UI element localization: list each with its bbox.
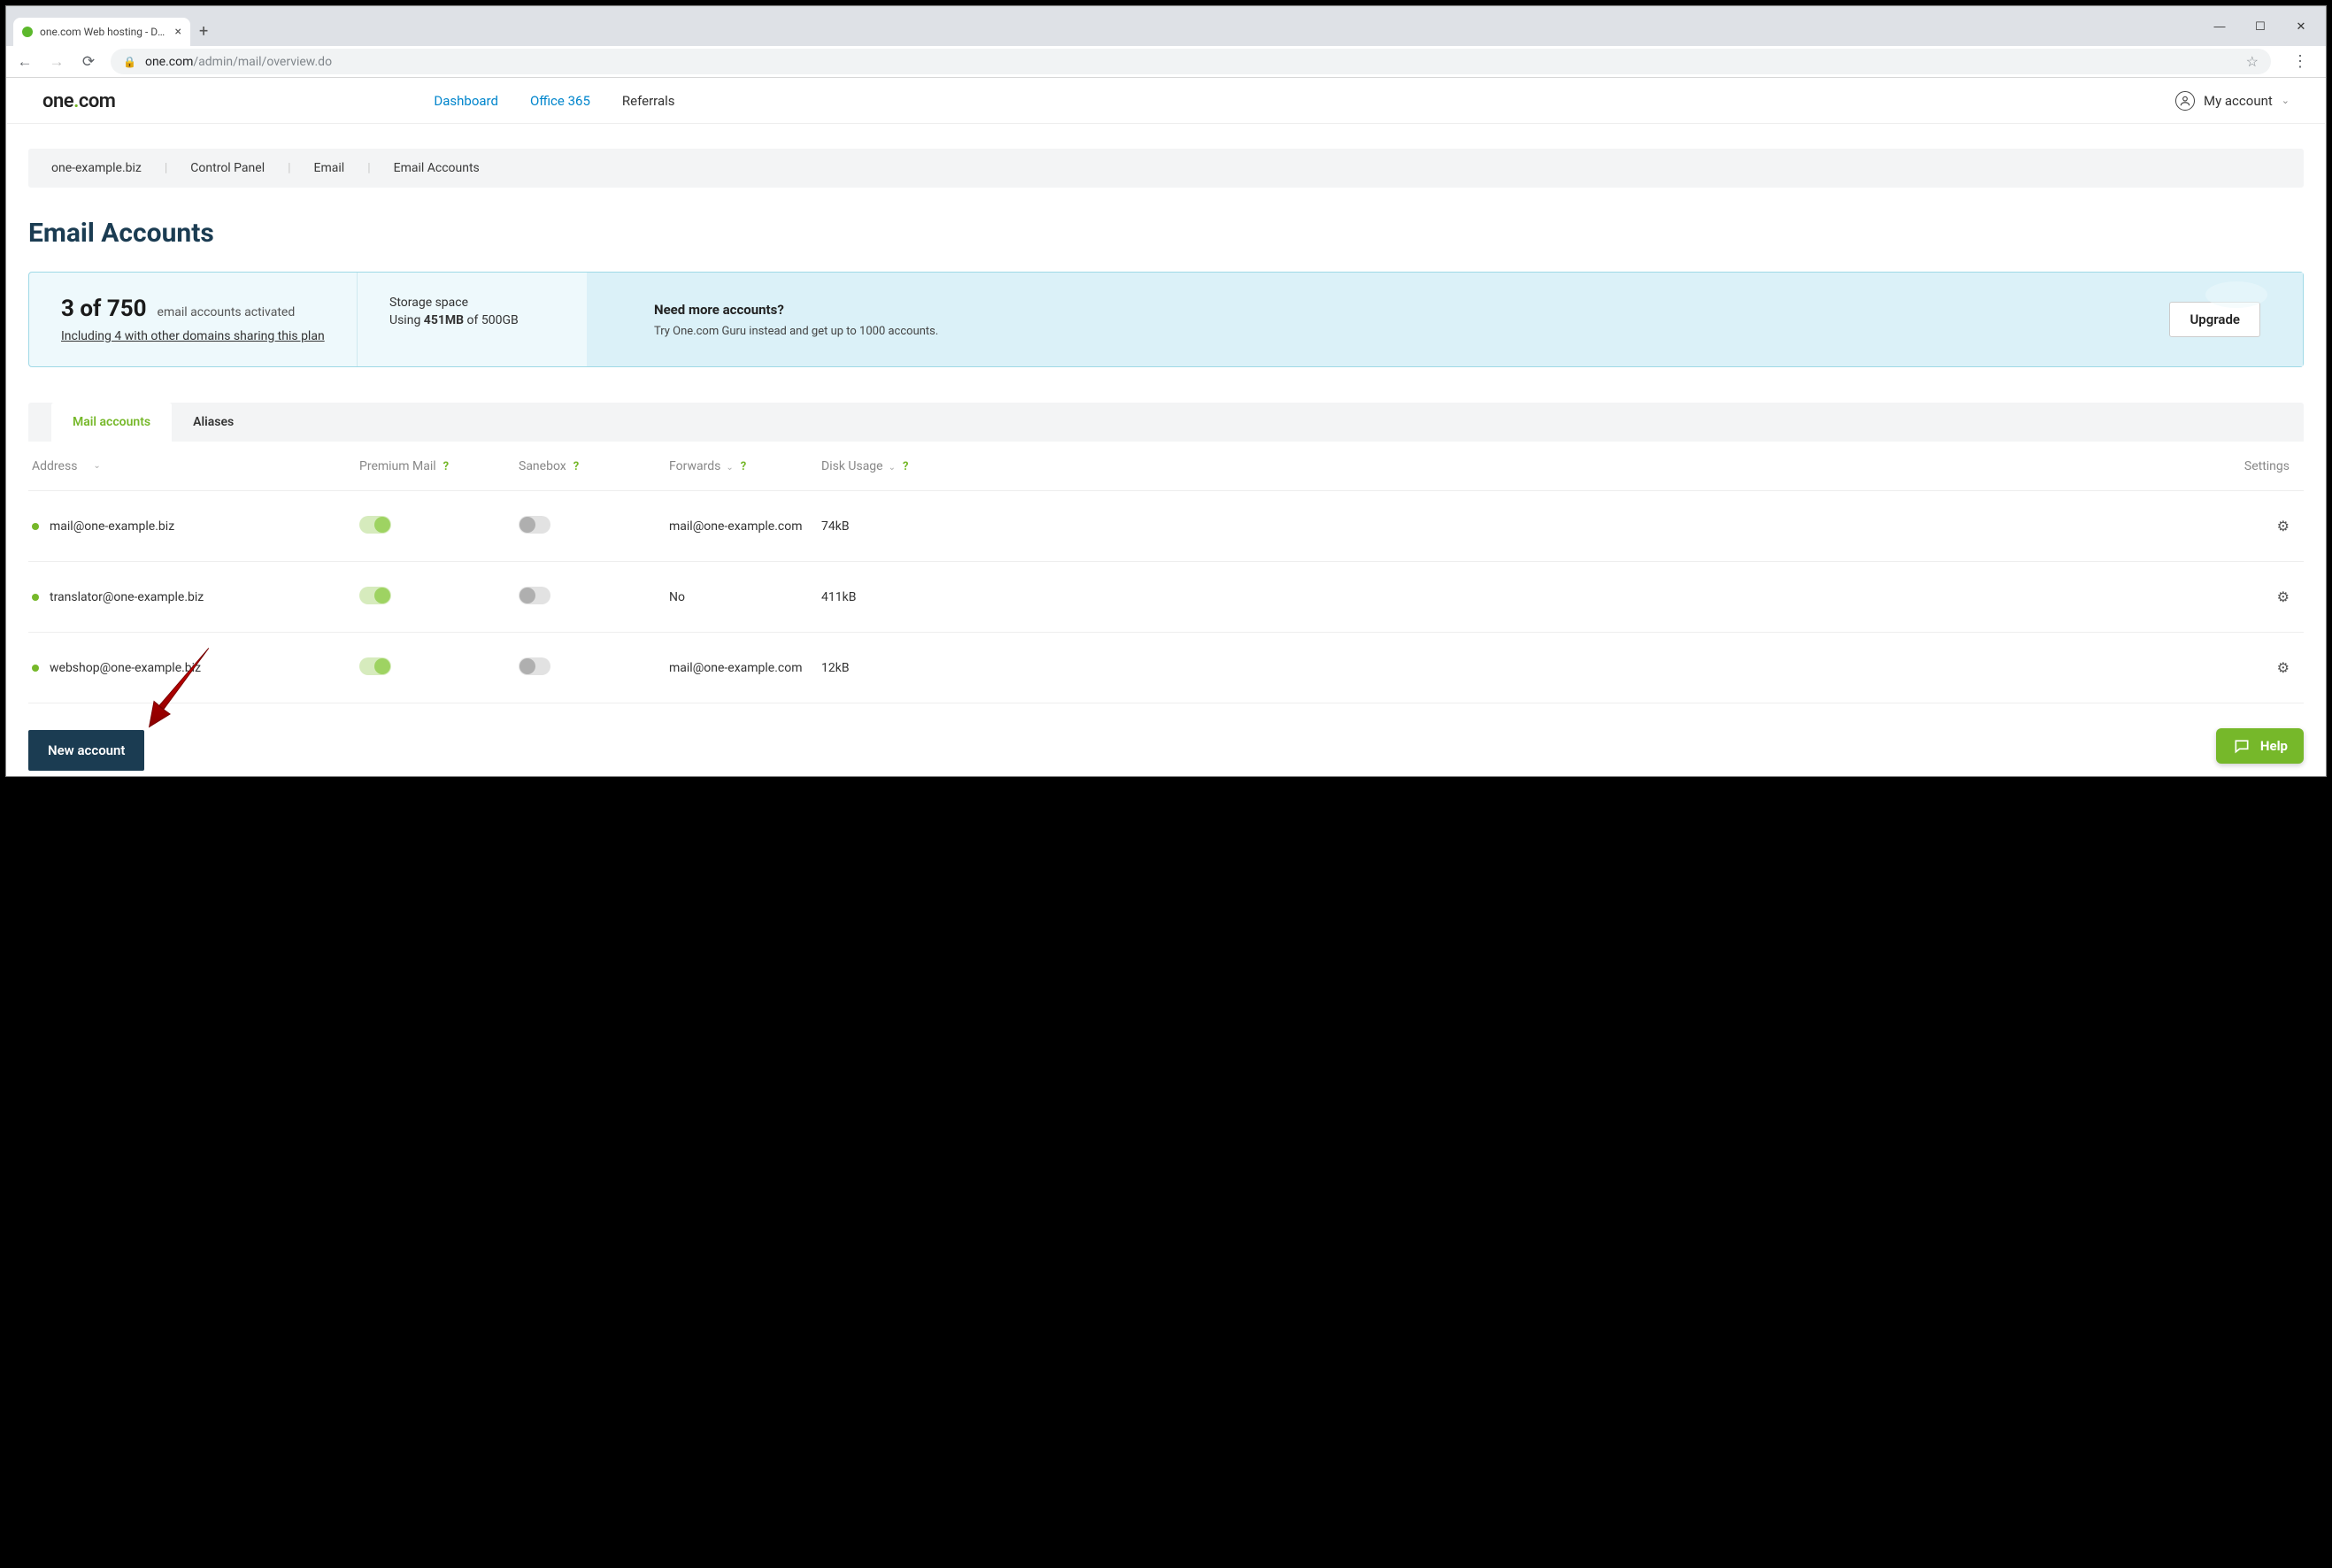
need-more-title: Need more accounts? <box>654 302 938 318</box>
my-account-label: My account <box>2204 93 2273 109</box>
table-tabs: Mail accounts Aliases <box>28 403 2304 442</box>
tab-title: one.com Web hosting - Domain… <box>40 26 168 38</box>
col-header-disk-usage[interactable]: Disk Usage⌄? <box>821 459 998 473</box>
back-button[interactable]: ← <box>15 53 35 71</box>
nav-dashboard[interactable]: Dashboard <box>434 93 498 109</box>
bookmark-star-icon[interactable]: ☆ <box>2246 53 2259 70</box>
tab-mail-accounts[interactable]: Mail accounts <box>51 403 172 442</box>
my-account-menu[interactable]: My account ⌄ <box>2175 91 2290 111</box>
account-count-sub: email accounts activated <box>158 305 296 319</box>
mail-accounts-table: Address⌄ Premium Mail? Sanebox? Forwards… <box>28 442 2304 703</box>
table-row: webshop@one-example.biz mail@one-example.… <box>28 633 2304 703</box>
cell-forwards: mail@one-example.com <box>669 661 821 675</box>
sanebox-toggle[interactable] <box>519 657 550 675</box>
page-viewport[interactable]: one.com Dashboard Office 365 Referrals M… <box>7 78 2325 775</box>
cell-address: translator@one-example.biz <box>50 590 204 604</box>
status-dot-icon <box>32 665 39 672</box>
breadcrumb-email-accounts[interactable]: Email Accounts <box>394 161 480 175</box>
cell-disk-usage: 411kB <box>821 590 998 604</box>
cell-forwards: mail@one-example.com <box>669 519 821 534</box>
status-dot-icon <box>32 523 39 530</box>
tab-aliases[interactable]: Aliases <box>172 403 255 442</box>
close-tab-icon[interactable]: × <box>175 25 181 39</box>
chevron-down-icon: ⌄ <box>93 461 100 471</box>
gear-icon[interactable]: ⚙ <box>2277 518 2290 534</box>
table-header-row: Address⌄ Premium Mail? Sanebox? Forwards… <box>28 442 2304 491</box>
col-header-premium: Premium Mail? <box>359 459 519 473</box>
help-label: Help <box>2260 738 2288 754</box>
new-tab-button[interactable]: + <box>190 17 217 46</box>
browser-toolbar: ← → ⟳ 🔒 one.com/admin/mail/overview.do ☆… <box>6 46 2326 78</box>
lock-icon: 🔒 <box>123 56 136 68</box>
storage-value: Using 451MB of 500GB <box>389 313 519 327</box>
cell-disk-usage: 12kB <box>821 661 998 675</box>
gear-icon[interactable]: ⚙ <box>2277 659 2290 676</box>
window-titlebar: one.com Web hosting - Domain… × + — ☐ ✕ <box>6 6 2326 46</box>
chevron-down-icon: ⌄ <box>2282 95 2290 106</box>
help-icon[interactable]: ? <box>573 460 579 473</box>
table-row: translator@one-example.biz No411kB ⚙ <box>28 562 2304 633</box>
gear-icon[interactable]: ⚙ <box>2277 588 2290 605</box>
main-nav: Dashboard Office 365 Referrals <box>434 93 674 109</box>
col-header-forwards[interactable]: Forwards⌄? <box>669 459 821 473</box>
page-title: Email Accounts <box>28 218 2304 249</box>
breadcrumb-domain[interactable]: one-example.biz <box>51 161 142 175</box>
cell-disk-usage: 74kB <box>821 519 998 534</box>
browser-menu-button[interactable]: ⋮ <box>2283 52 2317 71</box>
forward-button[interactable]: → <box>47 53 66 71</box>
window-maximize-button[interactable]: ☐ <box>2248 19 2273 34</box>
need-more-sub: Try One.com Guru instead and get up to 1… <box>654 325 938 338</box>
cell-forwards: No <box>669 590 821 604</box>
breadcrumb-email[interactable]: Email <box>314 161 345 175</box>
favicon-icon <box>22 27 33 37</box>
help-icon[interactable]: ? <box>903 460 908 473</box>
nav-referrals[interactable]: Referrals <box>622 93 675 109</box>
col-header-sanebox: Sanebox? <box>519 459 669 473</box>
account-count: 3 of 750 <box>61 296 147 322</box>
premium-toggle[interactable] <box>359 657 391 675</box>
sanebox-toggle[interactable] <box>519 587 550 604</box>
table-row: mail@one-example.biz mail@one-example.com… <box>28 491 2304 562</box>
help-icon[interactable]: ? <box>443 460 449 473</box>
breadcrumb: one-example.biz | Control Panel | Email … <box>28 149 2304 188</box>
help-chat-button[interactable]: Help <box>2216 728 2304 764</box>
cell-address: mail@one-example.biz <box>50 519 174 534</box>
window-close-button[interactable]: ✕ <box>2289 19 2313 34</box>
storage-label: Storage space <box>389 296 555 310</box>
col-header-address[interactable]: Address⌄ <box>32 459 359 473</box>
cell-address: webshop@one-example.biz <box>50 661 201 675</box>
nav-office365[interactable]: Office 365 <box>530 93 590 109</box>
browser-tab[interactable]: one.com Web hosting - Domain… × <box>13 18 190 46</box>
breadcrumb-control-panel[interactable]: Control Panel <box>190 161 265 175</box>
premium-toggle[interactable] <box>359 587 391 604</box>
chevron-down-icon: ⌄ <box>889 463 896 473</box>
summary-panel: 3 of 750 email accounts activated Includ… <box>28 272 2304 367</box>
window-minimize-button[interactable]: — <box>2207 19 2232 34</box>
upgrade-button[interactable]: Upgrade <box>2169 302 2260 337</box>
col-header-settings: Settings <box>998 459 2300 473</box>
chat-bubble-icon <box>2232 737 2251 755</box>
new-account-button[interactable]: New account <box>28 730 144 771</box>
help-icon[interactable]: ? <box>741 460 746 473</box>
premium-toggle[interactable] <box>359 516 391 534</box>
status-dot-icon <box>32 594 39 601</box>
url-text: one.com/admin/mail/overview.do <box>145 55 2237 69</box>
site-header: one.com Dashboard Office 365 Referrals M… <box>7 78 2325 124</box>
sharing-note-link[interactable]: Including 4 with other domains sharing t… <box>61 329 325 343</box>
reload-button[interactable]: ⟳ <box>79 53 98 71</box>
address-bar[interactable]: 🔒 one.com/admin/mail/overview.do ☆ <box>111 49 2271 74</box>
chevron-down-icon: ⌄ <box>726 463 733 473</box>
user-icon <box>2175 91 2195 111</box>
logo[interactable]: one.com <box>42 89 115 112</box>
sanebox-toggle[interactable] <box>519 516 550 534</box>
